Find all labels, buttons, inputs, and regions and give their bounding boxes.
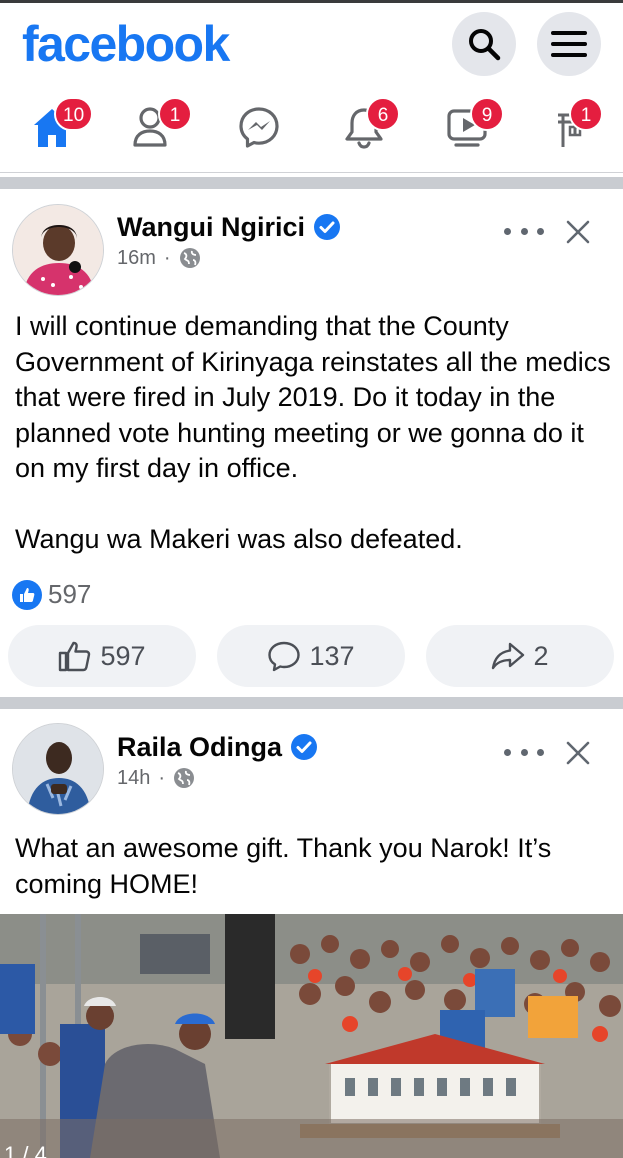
like-button[interactable]: 597: [8, 625, 196, 687]
tab-home[interactable]: 10: [10, 93, 94, 163]
header-divider: [0, 172, 623, 173]
post-card: Raila Odinga 14h · What an awesome gift.…: [0, 709, 623, 914]
app-header: facebook 10 1 6 9 1: [0, 3, 623, 173]
close-icon[interactable]: [563, 738, 593, 768]
feed-separator: [0, 697, 623, 709]
author-name[interactable]: Raila Odinga: [117, 731, 282, 763]
post-text: I will continue demanding that the Count…: [15, 311, 611, 554]
meta-dot: ·: [163, 247, 171, 269]
comment-icon: [268, 641, 301, 672]
post-meta: 14h ·: [117, 766, 195, 790]
reaction-count: 597: [48, 579, 92, 609]
avatar[interactable]: [12, 204, 104, 296]
messenger-icon: [239, 107, 279, 148]
avatar-photo: [13, 724, 103, 814]
dot-icon: [504, 227, 511, 235]
search-button[interactable]: [452, 12, 516, 76]
dot-icon: [520, 748, 528, 756]
post-options-button[interactable]: [504, 737, 544, 767]
meta-dot: ·: [158, 767, 166, 789]
crowd-photo: [0, 914, 623, 1158]
post-time[interactable]: 16m: [117, 246, 156, 270]
nav-tabs: 10 1 6 9 1: [0, 93, 623, 163]
tab-marketplace[interactable]: 1: [531, 93, 611, 163]
post-author[interactable]: Wangui Ngirici: [117, 211, 341, 243]
menu-button[interactable]: [537, 12, 601, 76]
share-count: 2: [533, 640, 549, 671]
like-reaction-icon: [12, 579, 42, 610]
comment-button[interactable]: 137: [217, 625, 405, 687]
post-photo[interactable]: 1 / 4: [0, 914, 623, 1158]
reaction-summary[interactable]: 597: [12, 579, 91, 610]
post-author[interactable]: Raila Odinga: [117, 731, 318, 763]
marketplace-badge: 1: [569, 97, 603, 131]
dot-icon: [537, 748, 544, 756]
home-badge: 10: [54, 97, 94, 131]
facebook-logo[interactable]: facebook: [22, 17, 230, 71]
notifications-badge: 6: [366, 97, 400, 131]
globe-icon: [174, 768, 195, 788]
post-options-button[interactable]: [504, 216, 544, 246]
tab-messenger[interactable]: [215, 93, 295, 163]
dot-icon: [520, 227, 528, 235]
post-actions: 597 137 2: [0, 625, 623, 687]
dot-icon: [504, 748, 511, 756]
post-text: What an awesome gift. Thank you Narok! I…: [15, 833, 559, 899]
hamburger-menu-icon: [551, 31, 587, 57]
tab-friends[interactable]: 1: [110, 93, 192, 163]
dot-icon: [537, 227, 544, 235]
like-count: 597: [100, 640, 146, 671]
post-time[interactable]: 14h: [117, 766, 150, 790]
share-icon: [492, 642, 525, 670]
verified-badge-icon: [291, 734, 318, 760]
post-card: Wangui Ngirici 16m · I will continue dem…: [0, 189, 623, 697]
tab-notifications[interactable]: 6: [320, 93, 400, 163]
share-button[interactable]: 2: [426, 625, 614, 687]
globe-icon: [179, 248, 200, 268]
comment-count: 137: [309, 640, 355, 671]
friends-badge: 1: [158, 97, 192, 131]
avatar[interactable]: [12, 723, 104, 815]
verified-badge-icon: [314, 214, 340, 240]
feed-separator: [0, 177, 623, 189]
thumbs-up-icon: [59, 641, 91, 672]
close-icon[interactable]: [563, 217, 593, 247]
avatar-photo: [13, 205, 103, 295]
tab-watch[interactable]: 9: [424, 93, 504, 163]
watch-badge: 9: [470, 97, 504, 131]
author-name[interactable]: Wangui Ngirici: [117, 211, 305, 243]
photo-counter: 1 / 4: [4, 1142, 47, 1158]
post-meta: 16m ·: [117, 246, 201, 270]
search-icon: [469, 29, 501, 61]
